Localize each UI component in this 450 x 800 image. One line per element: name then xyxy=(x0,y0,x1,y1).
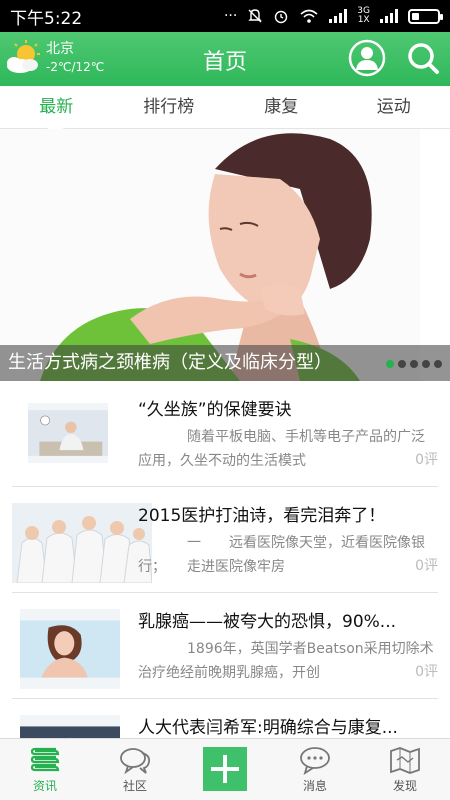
plus-icon xyxy=(203,747,247,791)
nav-label: 发现 xyxy=(392,779,417,793)
banner-caption: 生活方式病之颈椎病（定义及临床分型） xyxy=(0,345,450,381)
comment-count: 0评 xyxy=(415,449,438,469)
search-icon[interactable] xyxy=(404,39,442,77)
signal-icon xyxy=(329,9,348,23)
news-list: “久坐族”的保健要诀 随着平板电脑、手机等电子产品的广泛应用，久坐不动的生活模式… xyxy=(0,381,450,738)
nav-community[interactable]: 社区 xyxy=(90,739,180,800)
news-summary: 1896年，英国学者Beatson采用切除术治疗绝经前晚期乳腺癌，开创 xyxy=(138,641,434,681)
news-thumbnail xyxy=(20,609,120,689)
carousel-dot[interactable] xyxy=(434,360,442,368)
news-thumbnail xyxy=(28,403,108,463)
wifi-icon xyxy=(300,9,318,23)
chat-bubble-icon xyxy=(120,748,151,775)
nav-label: 消息 xyxy=(302,779,327,793)
network-bottom: 1X xyxy=(357,15,370,25)
mute-icon xyxy=(248,9,262,23)
list-item[interactable]: 乳腺癌——被夸大的恐惧，90%... 1896年，英国学者Beatson采用切除… xyxy=(12,593,438,699)
news-title: 乳腺癌——被夸大的恐惧，90%... xyxy=(138,612,396,632)
news-thumbnail xyxy=(12,503,152,583)
app-header: 北京 -2℃/12℃ 首页 xyxy=(0,32,450,86)
status-time: 下午5:22 xyxy=(10,8,83,29)
category-tabs: 最新 排行榜 康复 运动 xyxy=(0,86,450,129)
carousel-dot[interactable] xyxy=(398,360,406,368)
carousel-indicator xyxy=(386,360,442,368)
network-type: 3G 1X xyxy=(357,7,370,25)
tab-latest[interactable]: 最新 xyxy=(0,86,113,128)
featured-banner[interactable]: 生活方式病之颈椎病（定义及临床分型） xyxy=(0,129,450,381)
more-dots-icon: ··· xyxy=(223,8,238,24)
nav-discover[interactable]: 发现 xyxy=(360,739,450,800)
alarm-icon xyxy=(275,10,288,24)
carousel-dot[interactable] xyxy=(386,360,394,368)
signal-icon-2 xyxy=(380,9,398,23)
list-item[interactable]: 人大代表闫希军:明确综合与康复... xyxy=(12,699,438,738)
map-icon xyxy=(390,747,420,774)
tab-exercise[interactable]: 运动 xyxy=(338,86,450,128)
user-profile-icon[interactable] xyxy=(348,39,386,77)
tab-rehab[interactable]: 康复 xyxy=(225,86,338,128)
news-title: 人大代表闫希军:明确综合与康复... xyxy=(138,718,398,738)
nav-label: 社区 xyxy=(122,779,147,793)
books-icon xyxy=(30,747,60,772)
tab-ranking[interactable]: 排行榜 xyxy=(113,86,226,128)
banner-image xyxy=(0,129,450,381)
message-icon xyxy=(300,747,330,775)
comment-count: 0评 xyxy=(415,661,438,681)
bottom-navigation: 资讯 社区 消息 发现 xyxy=(0,738,450,800)
nav-label: 资讯 xyxy=(32,779,57,793)
list-item[interactable]: “久坐族”的保健要诀 随着平板电脑、手机等电子产品的广泛应用，久坐不动的生活模式… xyxy=(12,381,438,487)
news-summary: 随着平板电脑、手机等电子产品的广泛应用，久坐不动的生活模式 xyxy=(138,429,425,469)
status-bar: 下午5:22 ··· 3G 1X xyxy=(0,0,450,32)
status-icons: ··· 3G 1X xyxy=(223,7,443,25)
news-title: 2015医护打油诗，看完泪奔了！ xyxy=(138,506,386,526)
comment-count: 0评 xyxy=(415,555,438,575)
nav-publish[interactable] xyxy=(180,739,270,800)
nav-news[interactable]: 资讯 xyxy=(0,739,90,800)
battery-icon xyxy=(408,8,443,24)
news-thumbnail xyxy=(20,715,120,738)
carousel-dot[interactable] xyxy=(422,360,430,368)
list-item[interactable]: 2015医护打油诗，看完泪奔了！ 一 远看医院像天堂，近看医院像银行； 走进医院… xyxy=(12,487,438,593)
nav-messages[interactable]: 消息 xyxy=(270,739,360,800)
news-summary: 一 远看医院像天堂，近看医院像银行； 走进医院像牢房 xyxy=(138,535,425,575)
carousel-dot[interactable] xyxy=(410,360,418,368)
news-title: “久坐族”的保健要诀 xyxy=(138,400,292,420)
